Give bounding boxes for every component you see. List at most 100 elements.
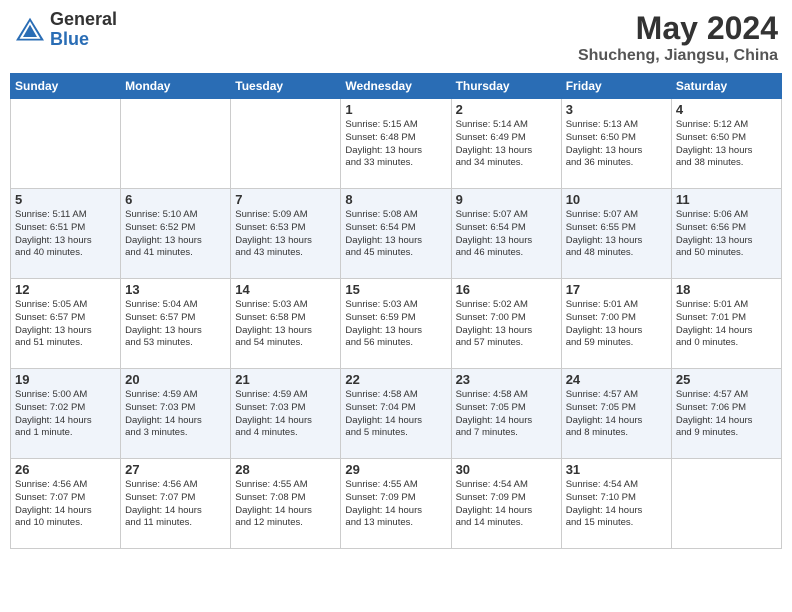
day-info: Sunrise: 5:03 AM Sunset: 6:59 PM Dayligh… [345,299,446,350]
day-number: 2 [456,102,557,117]
day-cell: 30 Sunrise: 4:54 AM Sunset: 7:09 PM Dayli… [451,459,561,549]
day-number: 22 [345,372,446,387]
day-number: 1 [345,102,446,117]
calendar-location: Shucheng, Jiangsu, China [578,47,778,65]
day-cell: 21 Sunrise: 4:59 AM Sunset: 7:03 PM Dayli… [231,369,341,459]
day-number: 6 [125,192,226,207]
day-cell: 9 Sunrise: 5:07 AM Sunset: 6:54 PM Daylig… [451,189,561,279]
day-cell: 2 Sunrise: 5:14 AM Sunset: 6:49 PM Daylig… [451,99,561,189]
day-info: Sunrise: 5:14 AM Sunset: 6:49 PM Dayligh… [456,119,557,170]
day-info: Sunrise: 5:02 AM Sunset: 7:00 PM Dayligh… [456,299,557,350]
day-info: Sunrise: 4:56 AM Sunset: 7:07 PM Dayligh… [15,479,116,530]
day-cell: 19 Sunrise: 5:00 AM Sunset: 7:02 PM Dayli… [11,369,121,459]
day-number: 25 [676,372,777,387]
col-monday: Monday [121,74,231,99]
day-cell: 26Sunrise: 4:56 AM Sunset: 7:07 PM Dayli… [11,459,121,549]
day-info: Sunrise: 5:08 AM Sunset: 6:54 PM Dayligh… [345,209,446,260]
day-cell: 18Sunrise: 5:01 AM Sunset: 7:01 PM Dayli… [671,279,781,369]
day-info: Sunrise: 5:03 AM Sunset: 6:58 PM Dayligh… [235,299,336,350]
day-info: Sunrise: 4:55 AM Sunset: 7:09 PM Dayligh… [345,479,446,530]
day-cell: 23 Sunrise: 4:58 AM Sunset: 7:05 PM Dayli… [451,369,561,459]
day-number: 15 [345,282,446,297]
logo-text: General Blue [50,10,117,50]
day-info: Sunrise: 5:04 AM Sunset: 6:57 PM Dayligh… [125,299,226,350]
week-row-2: 5 Sunrise: 5:11 AM Sunset: 6:51 PM Daylig… [11,189,782,279]
page-header: General Blue May 2024 Shucheng, Jiangsu,… [10,10,782,65]
day-cell: 3 Sunrise: 5:13 AM Sunset: 6:50 PM Daylig… [561,99,671,189]
day-number: 23 [456,372,557,387]
day-number: 27 [125,462,226,477]
day-info: Sunrise: 5:07 AM Sunset: 6:55 PM Dayligh… [566,209,667,260]
col-tuesday: Tuesday [231,74,341,99]
col-wednesday: Wednesday [341,74,451,99]
day-cell: 20Sunrise: 4:59 AM Sunset: 7:03 PM Dayli… [121,369,231,459]
day-cell: 10 Sunrise: 5:07 AM Sunset: 6:55 PM Dayli… [561,189,671,279]
day-number: 24 [566,372,667,387]
logo: General Blue [14,10,117,50]
day-info: Sunrise: 4:57 AM Sunset: 7:05 PM Dayligh… [566,389,667,440]
day-cell: 4 Sunrise: 5:12 AM Sunset: 6:50 PM Daylig… [671,99,781,189]
day-cell: 29 Sunrise: 4:55 AM Sunset: 7:09 PM Dayli… [341,459,451,549]
day-info: Sunrise: 4:58 AM Sunset: 7:05 PM Dayligh… [456,389,557,440]
day-cell [11,99,121,189]
day-number: 28 [235,462,336,477]
day-info: Sunrise: 4:55 AM Sunset: 7:08 PM Dayligh… [235,479,336,530]
header-row: Sunday Monday Tuesday Wednesday Thursday… [11,74,782,99]
day-cell: 7Sunrise: 5:09 AM Sunset: 6:53 PM Daylig… [231,189,341,279]
day-cell [671,459,781,549]
day-cell: 27 Sunrise: 4:56 AM Sunset: 7:07 PM Dayli… [121,459,231,549]
day-number: 31 [566,462,667,477]
day-number: 16 [456,282,557,297]
day-number: 4 [676,102,777,117]
day-info: Sunrise: 5:13 AM Sunset: 6:50 PM Dayligh… [566,119,667,170]
logo-icon [14,16,46,44]
day-number: 14 [235,282,336,297]
day-number: 21 [235,372,336,387]
day-number: 29 [345,462,446,477]
day-info: Sunrise: 5:01 AM Sunset: 7:00 PM Dayligh… [566,299,667,350]
day-number: 11 [676,192,777,207]
col-friday: Friday [561,74,671,99]
day-info: Sunrise: 4:54 AM Sunset: 7:09 PM Dayligh… [456,479,557,530]
day-number: 10 [566,192,667,207]
col-sunday: Sunday [11,74,121,99]
day-cell: 15 Sunrise: 5:03 AM Sunset: 6:59 PM Dayli… [341,279,451,369]
day-info: Sunrise: 4:59 AM Sunset: 7:03 PM Dayligh… [125,389,226,440]
day-number: 9 [456,192,557,207]
day-number: 17 [566,282,667,297]
day-cell: 8Sunrise: 5:08 AM Sunset: 6:54 PM Daylig… [341,189,451,279]
week-row-1: 1Sunrise: 5:15 AM Sunset: 6:48 PM Daylig… [11,99,782,189]
day-cell: 28 Sunrise: 4:55 AM Sunset: 7:08 PM Dayli… [231,459,341,549]
day-cell: 6 Sunrise: 5:10 AM Sunset: 6:52 PM Daylig… [121,189,231,279]
day-cell: 12Sunrise: 5:05 AM Sunset: 6:57 PM Dayli… [11,279,121,369]
day-info: Sunrise: 4:54 AM Sunset: 7:10 PM Dayligh… [566,479,667,530]
day-info: Sunrise: 4:59 AM Sunset: 7:03 PM Dayligh… [235,389,336,440]
day-number: 30 [456,462,557,477]
day-number: 18 [676,282,777,297]
day-number: 3 [566,102,667,117]
day-cell: 24 Sunrise: 4:57 AM Sunset: 7:05 PM Dayli… [561,369,671,459]
day-cell: 25 Sunrise: 4:57 AM Sunset: 7:06 PM Dayli… [671,369,781,459]
day-info: Sunrise: 4:57 AM Sunset: 7:06 PM Dayligh… [676,389,777,440]
col-saturday: Saturday [671,74,781,99]
day-info: Sunrise: 4:56 AM Sunset: 7:07 PM Dayligh… [125,479,226,530]
day-info: Sunrise: 5:12 AM Sunset: 6:50 PM Dayligh… [676,119,777,170]
week-row-4: 19 Sunrise: 5:00 AM Sunset: 7:02 PM Dayli… [11,369,782,459]
day-info: Sunrise: 5:10 AM Sunset: 6:52 PM Dayligh… [125,209,226,260]
day-info: Sunrise: 5:00 AM Sunset: 7:02 PM Dayligh… [15,389,116,440]
title-block: May 2024 Shucheng, Jiangsu, China [578,10,778,65]
day-cell: 13Sunrise: 5:04 AM Sunset: 6:57 PM Dayli… [121,279,231,369]
day-info: Sunrise: 5:11 AM Sunset: 6:51 PM Dayligh… [15,209,116,260]
day-number: 19 [15,372,116,387]
week-row-5: 26Sunrise: 4:56 AM Sunset: 7:07 PM Dayli… [11,459,782,549]
week-row-3: 12Sunrise: 5:05 AM Sunset: 6:57 PM Dayli… [11,279,782,369]
day-info: Sunrise: 4:58 AM Sunset: 7:04 PM Dayligh… [345,389,446,440]
day-number: 12 [15,282,116,297]
day-info: Sunrise: 5:09 AM Sunset: 6:53 PM Dayligh… [235,209,336,260]
day-number: 5 [15,192,116,207]
day-cell: 17 Sunrise: 5:01 AM Sunset: 7:00 PM Dayli… [561,279,671,369]
day-cell: 5 Sunrise: 5:11 AM Sunset: 6:51 PM Daylig… [11,189,121,279]
day-cell [231,99,341,189]
day-info: Sunrise: 5:07 AM Sunset: 6:54 PM Dayligh… [456,209,557,260]
logo-general-text: General [50,10,117,30]
